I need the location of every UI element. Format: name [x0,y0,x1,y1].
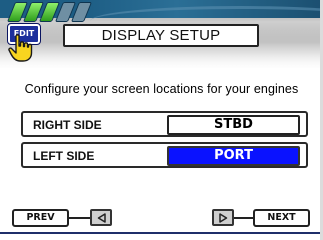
next-arrow-button[interactable] [212,209,234,226]
pointer-hand-icon [8,34,33,62]
left-side-row[interactable]: LEFT SIDE PORT [21,142,308,168]
right-side-value[interactable]: STBD [167,115,300,135]
right-side-label: RIGHT SIDE [33,118,102,132]
next-connector-line [234,217,253,219]
bottom-divider [0,232,323,234]
prev-button[interactable]: PREV [12,209,69,227]
prev-connector-line [69,217,90,219]
header: EDIT DISPLAY SETUP [0,0,323,68]
instruction-text: Configure your screen locations for your… [24,82,299,96]
left-side-value[interactable]: PORT [167,146,300,166]
left-side-label: LEFT SIDE [33,149,95,163]
right-arrow-icon [219,213,228,223]
edit-icon[interactable]: EDIT [7,23,44,62]
display-setup-screen: EDIT DISPLAY SETUP Configure your screen… [0,0,323,240]
right-side-row[interactable]: RIGHT SIDE STBD [21,111,308,137]
page-title: DISPLAY SETUP [63,24,259,47]
prev-arrow-button[interactable] [90,209,112,226]
signal-bars-icon [3,2,93,24]
left-arrow-icon [97,213,106,223]
next-button[interactable]: NEXT [253,209,310,227]
